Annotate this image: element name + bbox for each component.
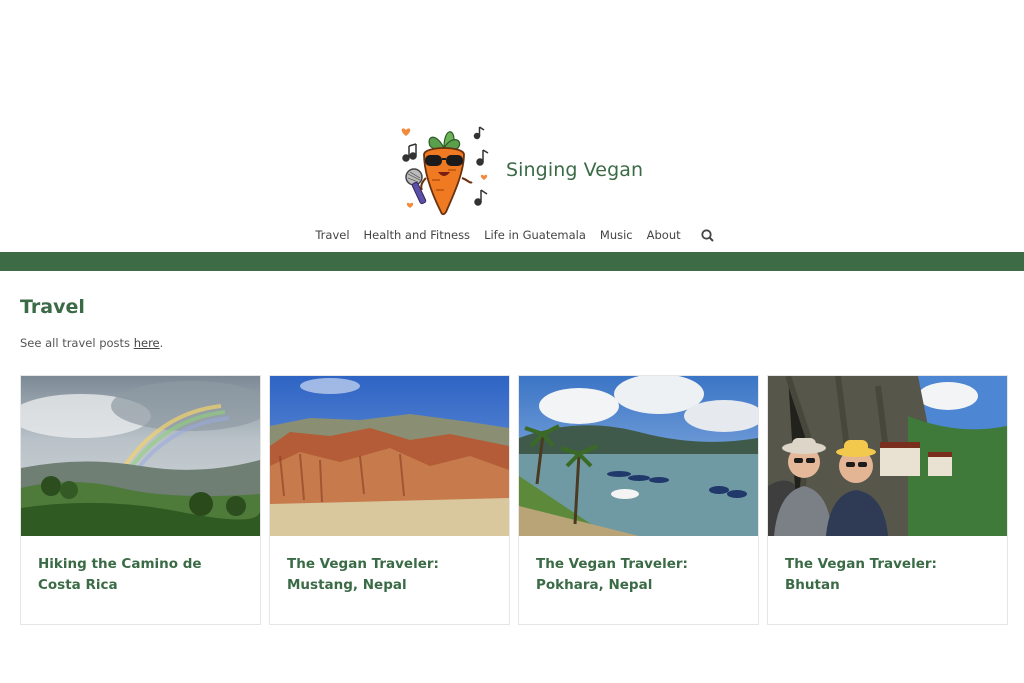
section-subtitle: See all travel posts here. bbox=[20, 336, 163, 350]
post-image-red-rock-canyon-cliffs[interactable] bbox=[270, 376, 509, 536]
site-brand[interactable]: Singing Vegan bbox=[398, 122, 643, 218]
nav-item-travel[interactable]: Travel bbox=[308, 228, 356, 242]
post-image-rainbow-over-green-hills[interactable] bbox=[21, 376, 260, 536]
section-subtitle-text: See all travel posts bbox=[20, 336, 134, 350]
search-icon[interactable] bbox=[700, 227, 716, 243]
singing-carrot-logo[interactable] bbox=[398, 122, 490, 218]
nav-item-health-and-fitness[interactable]: Health and Fitness bbox=[357, 228, 478, 242]
nav-item-life-in-guatemala[interactable]: Life in Guatemala bbox=[477, 228, 593, 242]
main-nav: Travel Health and Fitness Life in Guatem… bbox=[0, 227, 1024, 243]
post-card-camino-costa-rica[interactable]: Hiking the Camino de Costa Rica bbox=[20, 375, 261, 625]
post-image-couple-selfie-at-cliff-monastery[interactable] bbox=[768, 376, 1007, 536]
section-title: Travel bbox=[20, 296, 85, 318]
post-card-mustang-nepal[interactable]: The Vegan Traveler: Mustang, Nepal bbox=[269, 375, 510, 625]
post-card-pokhara-nepal[interactable]: The Vegan Traveler: Pokhara, Nepal bbox=[518, 375, 759, 625]
see-all-travel-link[interactable]: here bbox=[134, 336, 160, 350]
post-image-lake-with-boats-and-palms[interactable] bbox=[519, 376, 758, 536]
post-grid: Hiking the Camino de Costa Rica The Vega… bbox=[20, 375, 1008, 625]
post-card-bhutan[interactable]: The Vegan Traveler: Bhutan bbox=[767, 375, 1008, 625]
post-title[interactable]: The Vegan Traveler: Mustang, Nepal bbox=[270, 536, 509, 596]
header-divider-bar bbox=[0, 252, 1024, 271]
site-title[interactable]: Singing Vegan bbox=[506, 159, 643, 181]
post-title[interactable]: The Vegan Traveler: Pokhara, Nepal bbox=[519, 536, 758, 596]
site-header: Singing Vegan Travel Health and Fitness … bbox=[0, 0, 1024, 252]
post-title[interactable]: Hiking the Camino de Costa Rica bbox=[21, 536, 260, 596]
nav-item-music[interactable]: Music bbox=[593, 228, 640, 242]
section-subtitle-suffix: . bbox=[159, 336, 164, 350]
post-title[interactable]: The Vegan Traveler: Bhutan bbox=[768, 536, 1007, 596]
nav-item-about[interactable]: About bbox=[640, 228, 688, 242]
